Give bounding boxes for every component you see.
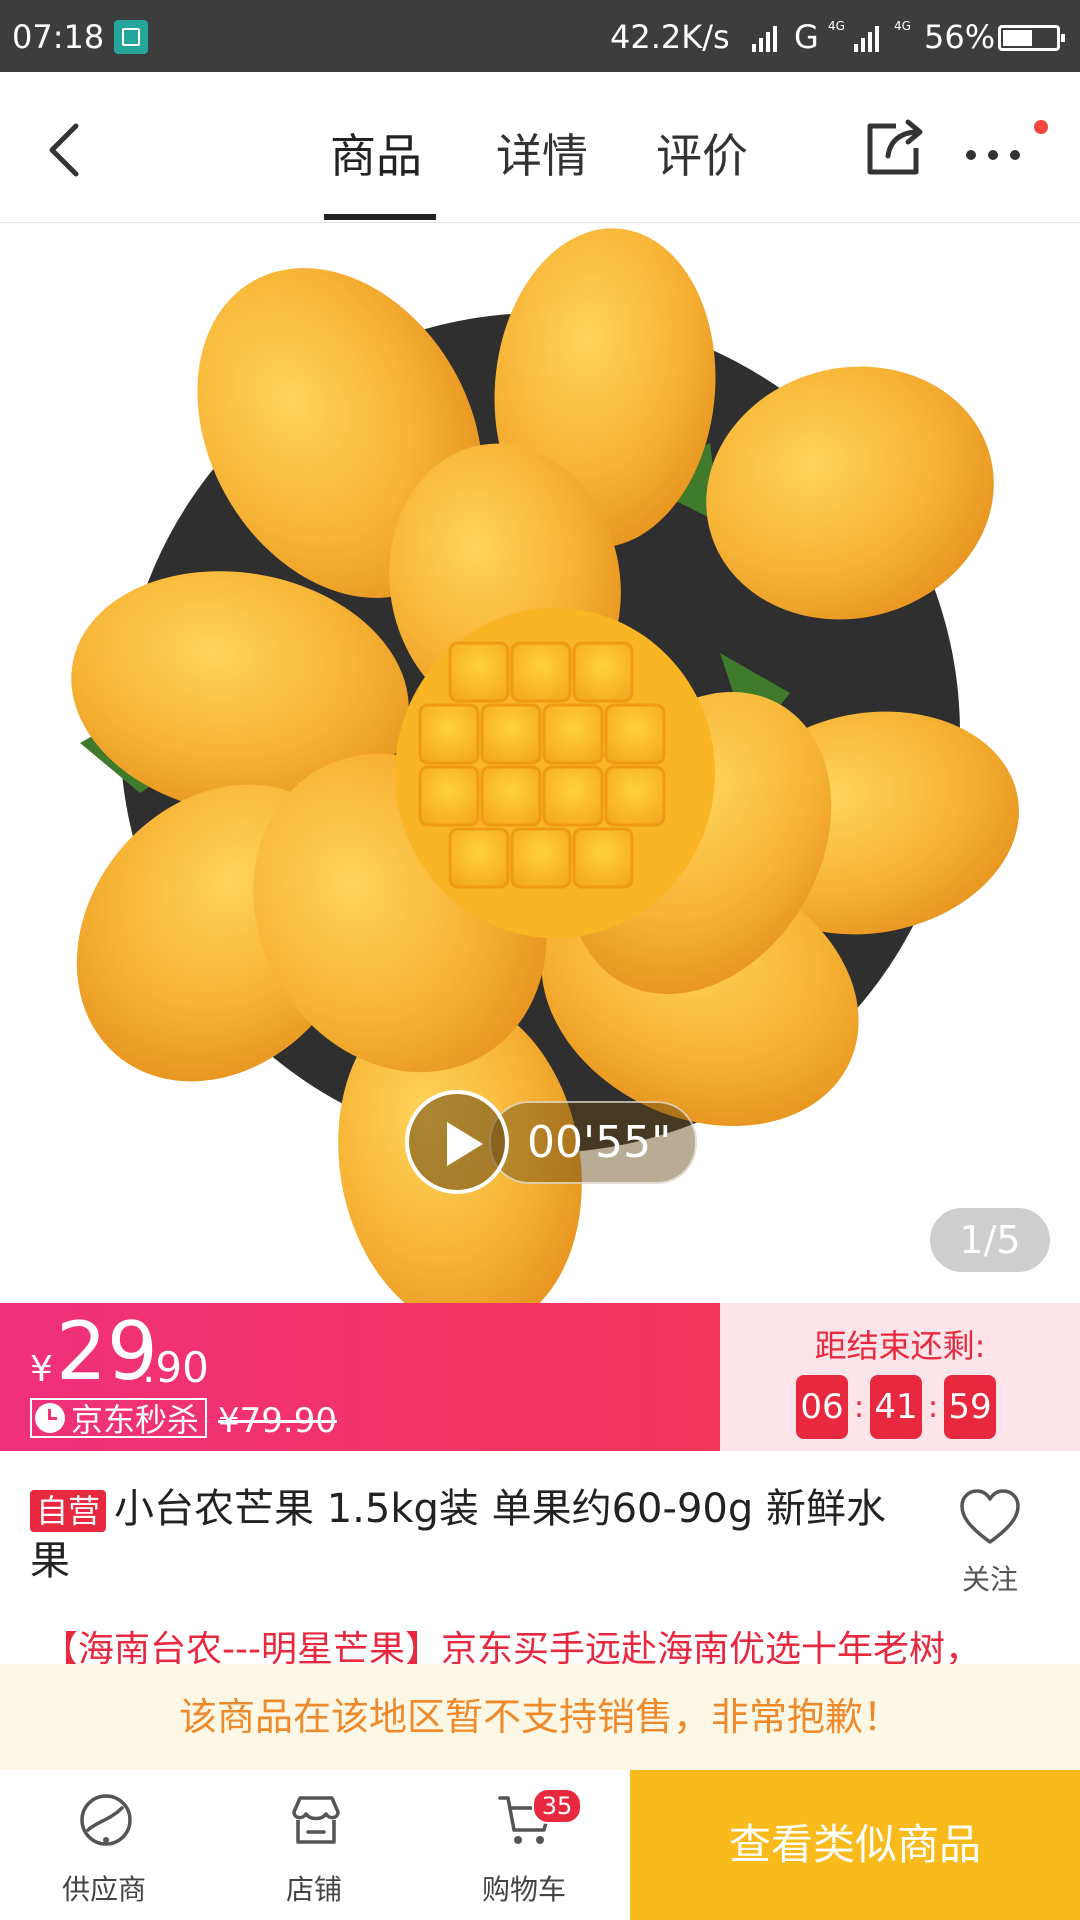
shop-label: 店铺 [285,1873,342,1906]
self-operated-badge: 自营 [30,1490,107,1532]
status-time: 07:18 [12,18,105,56]
battery-icon [998,25,1065,51]
countdown-panel: 距结束还剩: 06 : 41 : 59 [720,1303,1080,1451]
heart-icon [960,1489,1020,1544]
product-title-text: 小台农芒果 1.5kg装 单果约60-90g 新鲜水果 [30,1486,886,1584]
shop-icon [292,1796,340,1844]
network-speed: 42.2K/s [610,18,730,56]
region-unavailable-notice: 该商品在该地区暂不支持销售，非常抱歉！ [0,1664,1080,1770]
countdown-seconds: 59 [944,1375,996,1439]
network-4g-label-2: 4G [894,19,911,33]
cart-count-badge: 35 [532,1788,582,1824]
clock-icon [35,1403,65,1433]
tab-product[interactable]: 商品 [330,120,422,186]
video-duration: 00'55" [489,1100,698,1184]
countdown-minutes: 41 [870,1375,922,1439]
notification-dot [1034,120,1048,134]
cart-label: 购物车 [481,1873,566,1906]
more-options-icon[interactable] [966,150,1020,160]
product-nav-bar: 商品 详情 评价 [0,72,1080,223]
signal-icon [752,22,777,52]
play-icon[interactable] [405,1090,509,1194]
view-similar-button[interactable]: 查看类似商品 [630,1770,1080,1920]
supplier-button[interactable]: 供应商 [4,1770,204,1920]
flash-sale-label: 京东秒杀 [71,1401,200,1439]
back-arrow-icon[interactable] [42,120,102,180]
network-4g-label: 4G [828,19,845,33]
network-type: G [794,18,819,56]
follow-button[interactable]: 关注 [950,1488,1030,1598]
flash-sale-price-bar: ¥ 29 .90 京东秒杀 ¥79.90 [0,1303,720,1451]
supplier-icon [80,1794,132,1846]
battery-fill [1003,30,1032,46]
scan-notification-icon [114,20,148,54]
signal-icon-2 [854,22,879,52]
shop-button[interactable]: 店铺 [214,1770,414,1920]
status-bar: 07:18 42.2K/s G 4G 4G 56% [0,0,1080,72]
tab-details[interactable]: 详情 [496,120,588,186]
share-icon[interactable] [860,112,930,182]
battery-percent: 56% [924,18,996,56]
currency-symbol: ¥ [30,1349,53,1390]
follow-label: 关注 [961,1563,1018,1596]
countdown-separator: : [927,1389,939,1425]
cart-button[interactable]: 购物车 [424,1770,624,1920]
tab-reviews[interactable]: 评价 [656,120,748,186]
price-decimal: .90 [142,1343,209,1392]
countdown-separator: : [853,1389,865,1425]
image-page-indicator: 1/5 [930,1208,1050,1272]
supplier-label: 供应商 [61,1873,146,1906]
video-play-control[interactable]: 00'55" [405,1090,698,1194]
product-title: 自营 小台农芒果 1.5kg装 单果约60-90g 新鲜水果 [30,1484,910,1586]
countdown-label: 距结束还剩: [814,1327,986,1365]
original-price: ¥79.90 [218,1401,337,1441]
active-tab-indicator [324,214,436,220]
flash-sale-tag: 京东秒杀 [30,1398,208,1439]
countdown-hours: 06 [796,1375,848,1439]
